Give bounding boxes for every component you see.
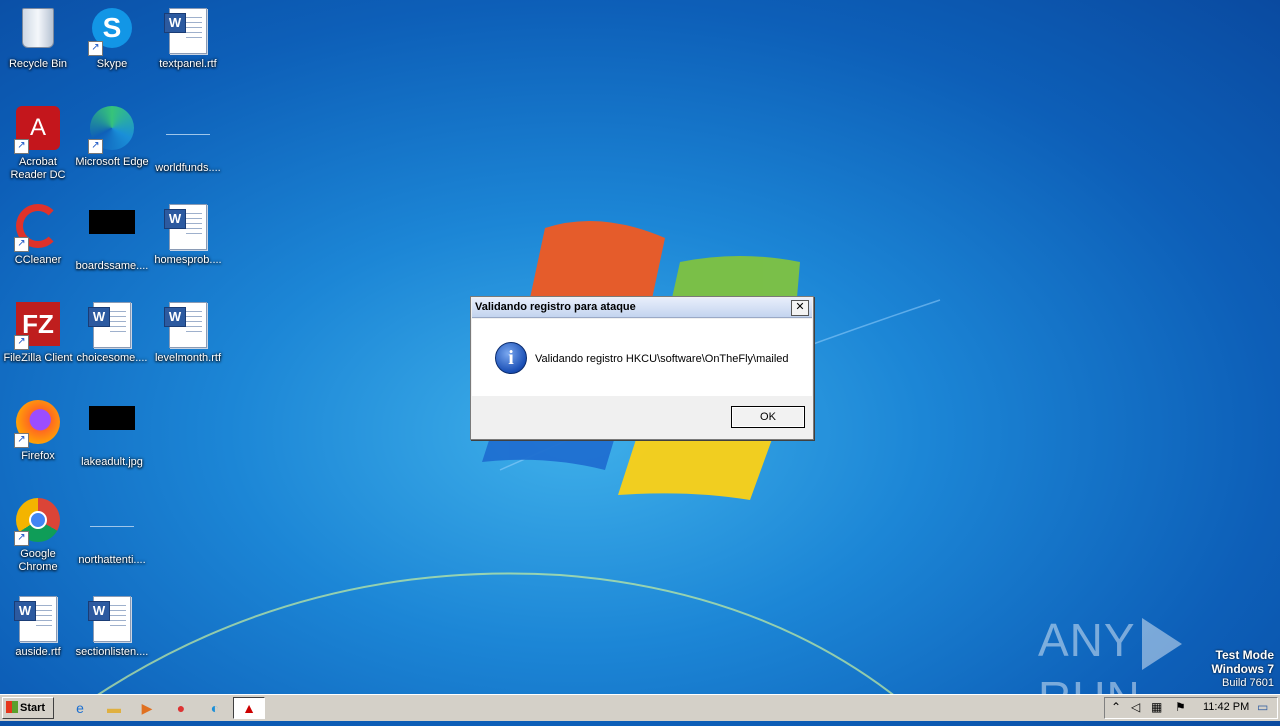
word-document-icon: W xyxy=(14,596,62,644)
dialog-titlebar[interactable]: Validando registro para ataque ✕ xyxy=(472,298,812,318)
system-tray: ⌃ ◁ ▦ ⚑ 11:42 PM ▭ xyxy=(1104,697,1278,719)
start-label: Start xyxy=(20,702,46,714)
word-document-icon: W xyxy=(164,204,212,252)
action-center-flag-icon[interactable]: ⚑ xyxy=(1175,700,1186,714)
desktop-icon[interactable]: ↗ Google Chrome xyxy=(0,492,76,582)
desktop-icon[interactable]: ↗ CCleaner xyxy=(0,198,76,288)
desktop-icon-label: Recycle Bin xyxy=(8,58,68,70)
dialog-message: Validando registro HKCU\software\OnTheFl… xyxy=(535,353,789,365)
close-button[interactable]: ✕ xyxy=(791,300,809,316)
shortcut-arrow-icon: ↗ xyxy=(14,139,29,154)
dialog-footer: OK xyxy=(471,396,813,439)
desktop-icon[interactable]: lakeadult.jpg xyxy=(74,394,150,484)
watermark-left: ANY xyxy=(1038,614,1136,666)
active-app-button[interactable]: ▲ xyxy=(233,697,265,719)
test-mode-line2: Windows 7 xyxy=(1211,662,1274,676)
dialog-body: i Validando registro HKCU\software\OnThe… xyxy=(472,319,812,396)
firefox-icon: ↗ xyxy=(14,400,62,448)
message-dialog: Validando registro para ataque ✕ i Valid… xyxy=(470,296,814,440)
desktop-icon[interactable]: A ↗ Acrobat Reader DC xyxy=(0,100,76,190)
word-document-icon: W xyxy=(88,596,136,644)
media-player-icon[interactable]: ▶ xyxy=(137,698,157,718)
desktop-icon-label: CCleaner xyxy=(14,254,62,266)
desktop-icon-label: sectionlisten.... xyxy=(75,646,149,658)
taskbar: Start e ▬ ▶ ● ◐ ▲ ⌃ ◁ ▦ ⚑ 11:42 PM ▭ xyxy=(0,694,1280,721)
edge-icon: ↗ xyxy=(88,106,136,154)
start-button[interactable]: Start xyxy=(2,697,54,719)
desktop-icon-label: lakeadult.jpg xyxy=(81,456,143,468)
shortcut-arrow-icon: ↗ xyxy=(88,41,103,56)
shortcut-arrow-icon: ↗ xyxy=(14,237,29,252)
show-desktop-icon[interactable]: ▭ xyxy=(1257,700,1268,714)
file-icon xyxy=(164,112,212,160)
desktop-icon-label: FileZilla Client xyxy=(3,352,73,364)
desktop-icon[interactable]: Recycle Bin xyxy=(0,2,76,92)
desktop-icon[interactable]: FZ ↗ FileZilla Client xyxy=(0,296,76,386)
word-document-icon: W xyxy=(88,302,136,350)
word-document-icon: W xyxy=(164,302,212,350)
desktop-icon-label: auside.rtf xyxy=(15,646,61,658)
test-mode-line1: Test Mode xyxy=(1215,648,1274,662)
desktop-icon-label: Microsoft Edge xyxy=(75,156,149,168)
desktop-icon[interactable]: Wtextpanel.rtf xyxy=(150,2,226,92)
desktop-icon-label: choicesome.... xyxy=(76,352,148,364)
shortcut-arrow-icon: ↗ xyxy=(14,335,29,350)
acrobat-icon: A ↗ xyxy=(14,106,62,154)
desktop-icon-label: textpanel.rtf xyxy=(159,58,217,70)
desktop-icon-label: boardssame.... xyxy=(75,260,149,272)
desktop-icon-label: northattenti.... xyxy=(78,554,146,566)
shortcut-arrow-icon: ↗ xyxy=(88,139,103,154)
chrome-taskbar-icon[interactable]: ● xyxy=(171,698,191,718)
desktop-icon[interactable]: Whomesprob.... xyxy=(150,198,226,288)
desktop-icon[interactable]: Wsectionlisten.... xyxy=(74,590,150,680)
network-icon[interactable]: ▦ xyxy=(1151,700,1162,714)
ccleaner-icon: ↗ xyxy=(14,204,62,252)
filezilla-icon: FZ ↗ xyxy=(14,302,62,350)
test-mode-notice: Test Mode Windows 7 Build 7601 xyxy=(1211,648,1274,690)
desktop-icon-label: homesprob.... xyxy=(154,254,222,266)
file-icon xyxy=(88,504,136,552)
desktop-icon-label: worldfunds.... xyxy=(155,162,221,174)
word-document-icon: W xyxy=(164,8,212,56)
clock[interactable]: 11:42 PM xyxy=(1203,701,1249,713)
shortcut-arrow-icon: ↗ xyxy=(14,531,29,546)
desktop-icon[interactable]: Wlevelmonth.rtf xyxy=(150,296,226,386)
dialog-title: Validando registro para ataque xyxy=(475,301,636,313)
folder-icon[interactable]: ▬ xyxy=(104,698,124,718)
desktop-icon-label: Acrobat Reader DC xyxy=(10,156,66,181)
info-icon: i xyxy=(495,342,527,374)
ok-button[interactable]: OK xyxy=(731,406,805,428)
shortcut-arrow-icon: ↗ xyxy=(14,433,29,448)
desktop-icon[interactable]: Wchoicesome.... xyxy=(74,296,150,386)
chrome-icon: ↗ xyxy=(14,498,62,546)
desktop-icon-label: Firefox xyxy=(21,450,55,462)
desktop-icon-label: Skype xyxy=(96,58,128,70)
skype-icon: S ↗ xyxy=(88,8,136,56)
desktop-icon[interactable]: Wauside.rtf xyxy=(0,590,76,680)
black-thumbnail-icon xyxy=(88,406,136,454)
black-thumbnail-icon xyxy=(88,210,136,258)
test-mode-line3: Build 7601 xyxy=(1222,677,1274,689)
desktop-icon-label: levelmonth.rtf xyxy=(154,352,222,364)
desktop-icon[interactable]: ↗ Microsoft Edge xyxy=(74,100,150,190)
desktop-icon[interactable]: S ↗ Skype xyxy=(74,2,150,92)
volume-icon[interactable]: ◁ xyxy=(1131,700,1140,714)
play-icon xyxy=(1141,617,1182,670)
desktop-icon[interactable]: ↗ Firefox xyxy=(0,394,76,484)
app-icon: ▲ xyxy=(242,700,256,716)
edge-taskbar-icon[interactable]: ◐ xyxy=(205,698,225,718)
desktop-icon-label: Google Chrome xyxy=(18,548,58,573)
internet-explorer-icon[interactable]: e xyxy=(70,698,90,718)
desktop-icon[interactable]: northattenti.... xyxy=(74,492,150,582)
windows-flag-icon xyxy=(6,701,18,713)
desktop-icon[interactable]: boardssame.... xyxy=(74,198,150,288)
recycle-bin-icon xyxy=(14,8,62,56)
show-hidden-icons-icon[interactable]: ⌃ xyxy=(1111,700,1121,714)
desktop-icon[interactable]: worldfunds.... xyxy=(150,100,226,190)
